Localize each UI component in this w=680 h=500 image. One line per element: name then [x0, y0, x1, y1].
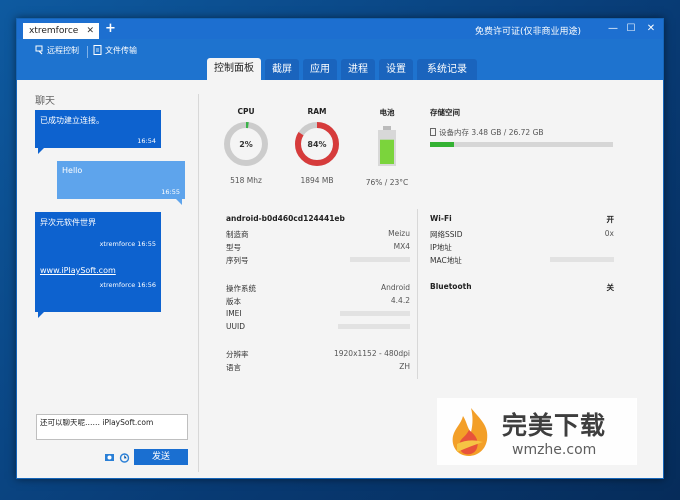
watermark-url: wmzhe.com [512, 442, 597, 458]
battery-level [380, 139, 394, 164]
watermark: 完美下载 wmzhe.com [437, 398, 637, 465]
chat-message: 异次元软件世界 xtremforce 16:55 www.iPlaySoft.c… [35, 212, 161, 318]
device-tab[interactable]: xtremforce ✕ [23, 23, 99, 39]
ram-ring: 84% [295, 122, 339, 166]
remote-control-button[interactable]: 远程控制 [35, 45, 79, 57]
chat-message-text: 已成功建立连接。 [40, 116, 104, 125]
storage-usage: 设备内存 3.48 GB / 26.72 GB [439, 128, 544, 137]
chat-message-time: 16:55 [161, 188, 180, 196]
battery-icon [378, 126, 396, 166]
device-tab-label: xtremforce [29, 26, 79, 36]
redacted-value [350, 257, 410, 262]
info-row: 型号 MX4 [226, 242, 410, 252]
tab-screenshot[interactable]: 截屏 [265, 59, 299, 80]
close-tab-icon[interactable]: ✕ [86, 23, 94, 39]
battery-label: 电池 [379, 108, 395, 117]
watermark-title: 完美下载 [502, 411, 607, 440]
file-transfer-button[interactable]: 文件传输 [93, 45, 137, 57]
maximize-button[interactable]: ☐ [623, 21, 639, 37]
toolbar-divider [87, 46, 88, 58]
title-bar: xtremforce ✕ + 免费许可证(仅非商业用途) — ☐ ✕ [17, 19, 663, 39]
chat-message-text: Hello [62, 166, 83, 175]
storage-icon [430, 128, 436, 136]
bubble-tail [176, 199, 182, 205]
ram-gauge: RAM 84% 1894 MB [287, 107, 347, 185]
chat-message-text: 异次元软件世界 [40, 218, 96, 227]
license-text[interactable]: 免费许可证(仅非商业用途) [475, 24, 581, 37]
chat-message: Hello 16:55 [57, 161, 185, 205]
cpu-value: 2% [239, 140, 253, 149]
info-row: 序列号 [226, 255, 410, 266]
ram-value: 84% [307, 140, 326, 149]
info-row: 网络SSID 0x [430, 229, 614, 239]
ram-label: RAM [307, 107, 327, 116]
cpu-frequency: 518 Mhz [230, 176, 262, 185]
chat-message-meta: xtremforce 16:55 [99, 240, 156, 248]
chat-message-time: 16:54 [137, 137, 156, 145]
tab-settings[interactable]: 设置 [379, 59, 413, 80]
info-row: IMEI [226, 309, 410, 318]
chat-input[interactable]: 还可以聊天呢…… iPlaySoft.com [36, 414, 188, 440]
close-window-button[interactable]: ✕ [643, 21, 659, 37]
bubble-tail [38, 312, 44, 318]
wifi-row: Wi-Fi 开 [430, 214, 614, 224]
cpu-label: CPU [237, 107, 255, 116]
device-name: android-b0d460cd124441eb [226, 214, 345, 223]
chat-link[interactable]: www.iPlaySoft.com [40, 266, 116, 275]
info-row: 版本 4.4.2 [226, 296, 410, 306]
info-row: 分辨率 1920x1152 - 480dpi [226, 349, 410, 359]
chat-title: 聊天 [35, 96, 55, 107]
bluetooth-row: Bluetooth 关 [430, 282, 614, 292]
storage-label: 存储空间 [430, 108, 460, 117]
new-tab-button[interactable]: + [105, 22, 116, 36]
storage-bar [430, 142, 613, 147]
chat-message: 已成功建立连接。 16:54 [35, 110, 161, 154]
tab-processes[interactable]: 进程 [341, 59, 375, 80]
ram-usage: 1894 MB [300, 176, 334, 185]
panel-divider [198, 94, 199, 472]
info-divider [417, 209, 418, 379]
info-row: 操作系统 Android [226, 283, 410, 293]
bubble-tail [38, 148, 44, 154]
flame-logo-icon [452, 408, 488, 456]
nav-tabs: 控制面板 截屏 应用 进程 设置 系统记录 [17, 58, 663, 81]
remote-control-icon [35, 45, 43, 55]
send-button[interactable]: 发送 [134, 449, 188, 465]
redacted-value [550, 257, 614, 262]
file-transfer-icon [93, 45, 102, 55]
remote-control-label: 远程控制 [47, 46, 79, 55]
tab-system-log[interactable]: 系统记录 [417, 59, 477, 80]
info-row: 制造商 Meizu [226, 229, 410, 239]
chat-message-meta: xtremforce 16:56 [99, 281, 156, 289]
storage-bar-fill [430, 142, 454, 147]
minimize-button[interactable]: — [605, 21, 621, 37]
tab-apps[interactable]: 应用 [303, 59, 337, 80]
info-row: MAC地址 [430, 255, 614, 266]
tab-control-panel[interactable]: 控制面板 [207, 58, 261, 80]
storage-section: 存储空间 设备内存 3.48 GB / 26.72 GB [430, 107, 615, 147]
file-transfer-label: 文件传输 [105, 46, 137, 55]
cpu-gauge: CPU 2% 518 Mhz [216, 107, 276, 185]
info-row: 语言 ZH [226, 362, 410, 372]
info-row: UUID [226, 322, 410, 331]
redacted-value [338, 324, 410, 329]
info-row: IP地址 [430, 243, 452, 252]
storage-row: 设备内存 3.48 GB / 26.72 GB [430, 127, 615, 138]
battery-status: 76% / 23°C [365, 178, 409, 187]
battery-gauge: 电池 76% / 23°C [357, 107, 417, 187]
screenshot-icon[interactable] [104, 452, 115, 463]
alarm-icon[interactable] [119, 452, 130, 463]
redacted-value [340, 311, 410, 316]
cpu-ring: 2% [224, 122, 268, 166]
chat-panel: 聊天 已成功建立连接。 16:54 Hello 16:55 异次元软件世界 xt… [27, 87, 192, 471]
